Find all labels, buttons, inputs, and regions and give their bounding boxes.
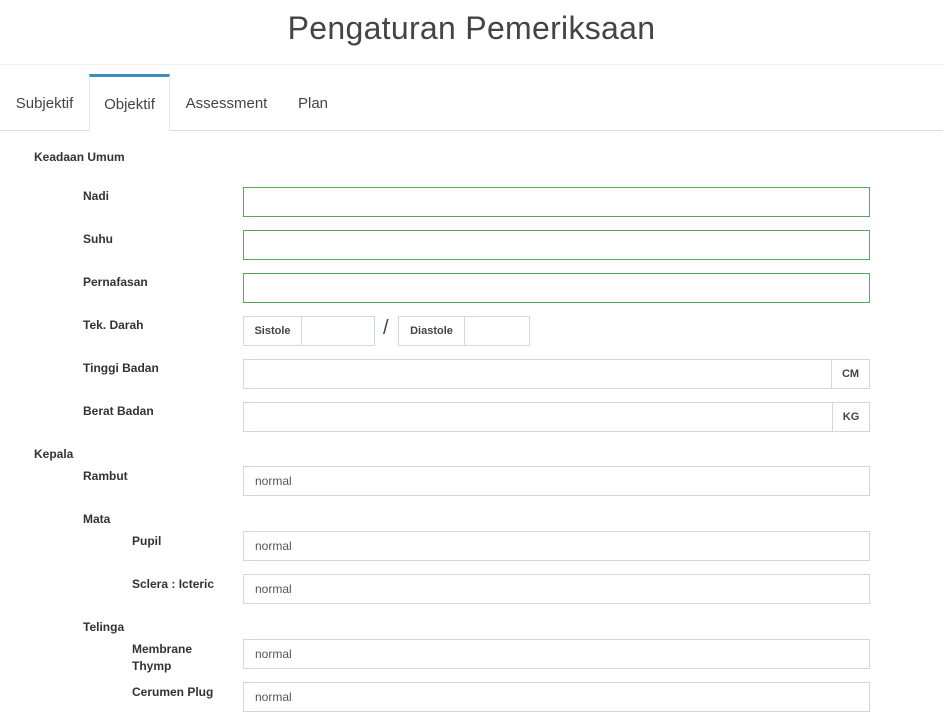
pupil-input[interactable]: normal: [243, 531, 870, 561]
rambut-label: Rambut: [83, 469, 128, 483]
berat-badan-input[interactable]: [243, 402, 833, 432]
sistole-addon: Sistole: [243, 316, 302, 346]
sistole-input[interactable]: [301, 316, 375, 346]
tab-plan[interactable]: Plan: [283, 74, 343, 130]
membrane-label-line2: Thymp: [132, 659, 172, 673]
pernafasan-label: Pernafasan: [83, 275, 148, 289]
tab-assessment[interactable]: Assessment: [170, 74, 283, 130]
section-kepala: Kepala: [34, 447, 74, 461]
section-keadaan-umum: Keadaan Umum: [34, 150, 125, 164]
sclera-input[interactable]: normal: [243, 574, 870, 604]
tinggi-badan-label: Tinggi Badan: [83, 361, 159, 375]
diastole-input[interactable]: [464, 316, 530, 346]
cerumen-input[interactable]: normal: [243, 682, 870, 712]
tinggi-unit-addon: CM: [831, 359, 870, 389]
sclera-label: Sclera : Icteric: [132, 577, 215, 591]
tab-bar: Subjektif Objektif Assessment Plan: [0, 74, 943, 131]
membrane-input[interactable]: normal: [243, 639, 870, 669]
tab-subjektif[interactable]: Subjektif: [0, 74, 89, 130]
cerumen-label: Cerumen Plug: [132, 685, 214, 699]
suhu-input[interactable]: [243, 230, 870, 260]
tab-objektif[interactable]: Objektif: [89, 74, 170, 131]
pernafasan-input[interactable]: [243, 273, 870, 303]
suhu-label: Suhu: [83, 232, 113, 246]
rambut-input[interactable]: normal: [243, 466, 870, 496]
tek-darah-label: Tek. Darah: [83, 318, 144, 332]
bp-separator: /: [383, 317, 389, 339]
membrane-label-line1: Membrane: [132, 642, 193, 656]
diastole-addon: Diastole: [398, 316, 465, 346]
header-divider: [0, 64, 943, 65]
page-title: Pengaturan Pemeriksaan: [287, 10, 656, 46]
berat-badan-label: Berat Badan: [83, 404, 154, 418]
berat-unit-addon: KG: [832, 402, 870, 432]
tinggi-badan-input[interactable]: [243, 359, 832, 389]
mata-label: Mata: [83, 512, 111, 526]
telinga-label: Telinga: [83, 620, 125, 634]
pupil-label: Pupil: [132, 534, 162, 548]
nadi-input[interactable]: [243, 187, 870, 217]
nadi-label: Nadi: [83, 189, 110, 203]
